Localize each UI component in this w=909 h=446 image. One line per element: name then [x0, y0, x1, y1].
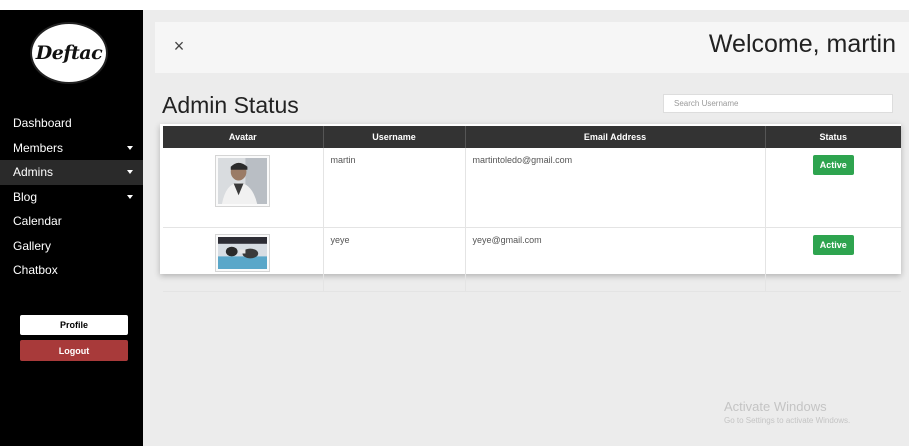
sidebar-item-label: Members [13, 140, 64, 155]
brand-logo[interactable]: Deftac [30, 22, 108, 84]
column-header-email: Email Address [465, 126, 766, 148]
sidebar-item-label: Calendar [13, 214, 62, 229]
sidebar-item-label: Admins [13, 165, 54, 180]
sidebar-item-chatbox[interactable]: Chatbox [0, 258, 143, 283]
activate-windows-watermark: Activate Windows Go to Settings to activ… [724, 399, 850, 425]
column-header-status: Status [765, 126, 901, 148]
logout-button[interactable]: Logout [20, 340, 128, 361]
email-cell: martintoledo@gmail.com [465, 148, 766, 228]
avatar [215, 234, 271, 272]
column-header-avatar: Avatar [163, 126, 324, 148]
caret-down-icon [127, 170, 133, 175]
search-input[interactable] [663, 94, 893, 113]
sidebar-nav: Dashboard Members Admins Blog Calendar G… [0, 111, 143, 283]
caret-down-icon [127, 194, 133, 199]
welcome-message: Welcome, martin [708, 30, 896, 58]
username-cell: martin [323, 148, 466, 228]
sidebar-item-calendar[interactable]: Calendar [0, 209, 143, 234]
sidebar-item-dashboard[interactable]: Dashboard [0, 111, 143, 136]
sidebar: Deftac Dashboard Members Admins Blog Cal… [0, 10, 143, 446]
table-header-row: Avatar Username Email Address Status [163, 126, 901, 148]
activate-subtitle: Go to Settings to activate Windows. [724, 416, 851, 425]
status-cell: Active [765, 148, 901, 228]
status-cell: Active [765, 227, 901, 292]
sidebar-item-label: Gallery [13, 238, 52, 253]
status-badge[interactable]: Active [812, 235, 854, 255]
top-header: × Welcome, martin [155, 22, 909, 73]
profile-button[interactable]: Profile [20, 315, 128, 335]
table-row: martin martintoledo@gmail.com Active [163, 148, 901, 228]
email-cell: yeye@gmail.com [465, 227, 766, 292]
page-title: Admin Status [162, 92, 299, 118]
sidebar-item-label: Chatbox [13, 263, 58, 278]
sidebar-item-blog[interactable]: Blog [0, 185, 143, 210]
admin-table: Avatar Username Email Address Status mar… [163, 126, 901, 292]
avatar-photo [218, 237, 268, 269]
admin-table-card: Avatar Username Email Address Status mar… [160, 124, 901, 292]
close-icon[interactable]: × [169, 36, 189, 56]
logo-text: Deftac [35, 42, 103, 64]
sidebar-item-gallery[interactable]: Gallery [0, 234, 143, 259]
sidebar-item-members[interactable]: Members [0, 136, 143, 161]
column-header-username: Username [323, 126, 466, 148]
avatar [215, 155, 271, 207]
caret-down-icon [127, 145, 133, 150]
sidebar-item-label: Blog [13, 189, 38, 204]
username-cell: yeye [323, 227, 466, 292]
activate-title: Activate Windows [724, 399, 827, 414]
avatar-cell [163, 227, 324, 292]
table-row: yeye yeye@gmail.com Active [163, 227, 901, 292]
status-badge[interactable]: Active [812, 155, 854, 175]
sidebar-item-admins[interactable]: Admins [0, 160, 143, 185]
avatar-cell [163, 148, 324, 228]
sidebar-item-label: Dashboard [13, 116, 72, 131]
avatar-photo [218, 158, 268, 204]
top-strip [0, 0, 909, 10]
